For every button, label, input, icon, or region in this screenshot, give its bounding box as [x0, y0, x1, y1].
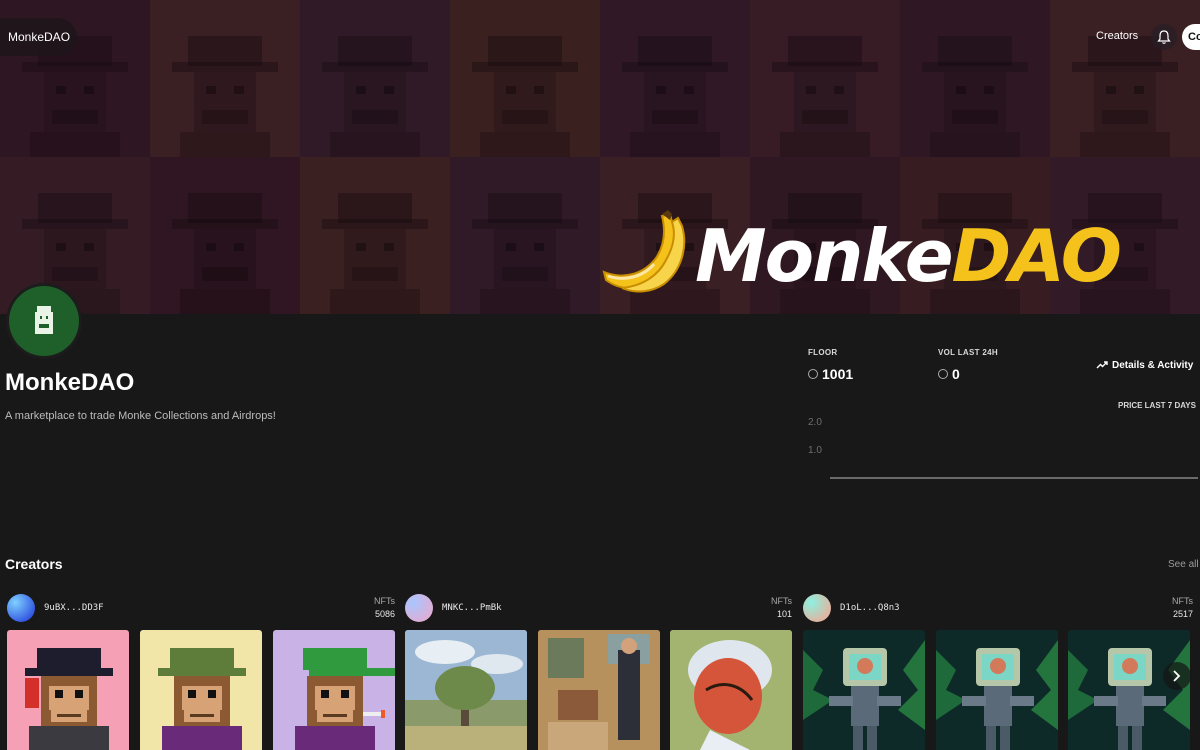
- creator-address: MNKC...PmBk: [442, 603, 502, 613]
- banana-icon: [602, 210, 686, 293]
- nft-thumbnail[interactable]: [1068, 630, 1190, 750]
- nft-thumbnail[interactable]: [7, 630, 129, 750]
- nav-creators-link[interactable]: Creators: [1096, 30, 1138, 42]
- see-all-link[interactable]: See all: [1168, 559, 1199, 570]
- monkedao-logo: MonkeDAO: [600, 210, 1160, 300]
- nft-thumbnail[interactable]: [405, 630, 527, 750]
- volume-label: VOL LAST 24H: [938, 348, 998, 357]
- creator-nfts-label: NFTs: [374, 596, 395, 606]
- tree-painting-image: [405, 630, 527, 750]
- creator-avatar: [803, 594, 831, 622]
- collection-banner: MonkeDAO: [0, 0, 1200, 314]
- chart-title: PRICE LAST 7 DAYS: [1118, 401, 1196, 410]
- nft-thumbnail[interactable]: [140, 630, 262, 750]
- carousel-next-button[interactable]: [1163, 662, 1191, 690]
- price-chart: 2.0 1.0: [808, 417, 1198, 479]
- sol-icon: [938, 369, 948, 379]
- volume-value: 0: [938, 366, 960, 382]
- chart-y-tick: 2.0: [808, 417, 822, 428]
- creators-section-title: Creators: [5, 556, 63, 572]
- chart-y-tick: 1.0: [808, 445, 822, 456]
- nft-thumbnail[interactable]: [803, 630, 925, 750]
- portrait-painting-image: [670, 630, 792, 750]
- nft-thumbnail[interactable]: [538, 630, 660, 750]
- jungle-robot-image: [803, 630, 925, 750]
- monke-icon: [35, 306, 53, 334]
- creator-nfts-count: 101: [776, 609, 792, 619]
- creator-avatar: [7, 594, 35, 622]
- creator-nfts-count: 5086: [374, 609, 395, 619]
- pixel-monke-icon: [158, 648, 246, 750]
- details-activity-button[interactable]: Details & Activity: [1096, 360, 1193, 371]
- pixel-monke-icon: [25, 648, 113, 750]
- creator-nfts-count: 2517: [1172, 609, 1193, 619]
- creator-card-header[interactable]: MNKC...PmBk NFTs 101: [405, 592, 792, 622]
- notifications-button[interactable]: [1151, 24, 1177, 50]
- floor-value: 1001: [808, 366, 853, 382]
- brand-home-link[interactable]: MonkeDAO: [0, 18, 77, 56]
- creator-nfts-label: NFTs: [771, 596, 792, 606]
- logo-word-dao: DAO: [951, 214, 1122, 298]
- nft-thumbnail[interactable]: [936, 630, 1058, 750]
- creator-address: 9uBX...DD3F: [44, 603, 104, 613]
- collection-description: A marketplace to trade Monke Collections…: [5, 410, 276, 422]
- trending-up-icon: [1096, 361, 1108, 369]
- logo-wordmark: MonkeDAO: [695, 214, 1122, 298]
- collection-title: MonkeDAO: [5, 369, 135, 396]
- creator-card-header[interactable]: D1oL...Q8n3 NFTs 2517: [803, 592, 1193, 622]
- chevron-right-icon: [1173, 670, 1181, 682]
- floor-label: FLOOR: [808, 348, 838, 357]
- creator-address: D1oL...Q8n3: [840, 603, 900, 613]
- creator-nfts-label: NFTs: [1172, 596, 1193, 606]
- logo-word-monke: Monke: [695, 214, 954, 298]
- creator-card-header[interactable]: 9uBX...DD3F NFTs 5086: [7, 592, 395, 622]
- bell-icon: [1157, 30, 1171, 44]
- sol-icon: [808, 369, 818, 379]
- jungle-robot-image: [1068, 630, 1190, 750]
- nft-thumbnail[interactable]: [273, 630, 395, 750]
- creator-avatar: [405, 594, 433, 622]
- pixel-monke-icon: [295, 648, 395, 750]
- collection-avatar: [6, 283, 82, 359]
- figures-painting-image: [538, 630, 660, 750]
- jungle-robot-image: [936, 630, 1058, 750]
- nft-thumbnail[interactable]: [670, 630, 792, 750]
